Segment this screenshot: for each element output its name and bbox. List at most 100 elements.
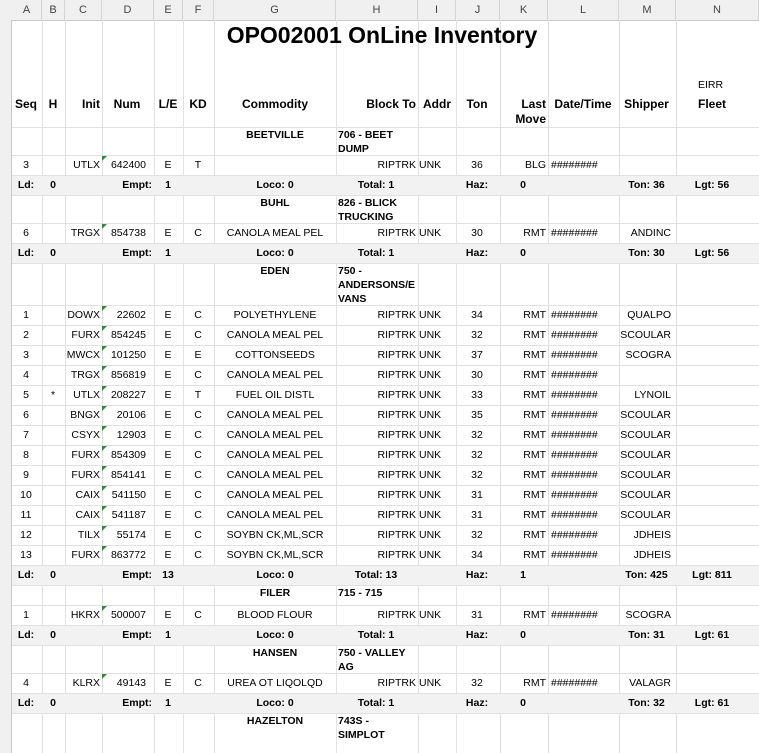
column-letter[interactable]: K bbox=[500, 0, 548, 20]
seq-cell: 3 bbox=[23, 349, 29, 361]
ton-cell: 32 bbox=[471, 429, 483, 441]
total-value: Total: 13 bbox=[354, 569, 398, 581]
num-cell: 863772 bbox=[110, 549, 146, 561]
column-letter[interactable]: B bbox=[42, 0, 65, 20]
kd-cell: C bbox=[194, 529, 202, 541]
haz-label: Haz: bbox=[465, 179, 489, 191]
haz-label: Haz: bbox=[465, 247, 489, 259]
ld-label: Ld: bbox=[17, 247, 35, 259]
group-block-to: 715 - 715 bbox=[338, 587, 383, 599]
date-time-cell: ######## bbox=[551, 389, 598, 401]
group-name: EDEN bbox=[260, 265, 290, 277]
addr-cell: UNK bbox=[419, 489, 442, 501]
haz-value: 0 bbox=[520, 629, 526, 641]
ton-cell: 30 bbox=[471, 369, 483, 381]
ton-total: Ton: 30 bbox=[628, 247, 665, 259]
column-letter[interactable]: N bbox=[676, 0, 759, 20]
column-letter[interactable]: J bbox=[456, 0, 500, 20]
ton-cell: 36 bbox=[471, 159, 483, 171]
haz-label: Haz: bbox=[465, 569, 489, 581]
ton-cell: 30 bbox=[471, 227, 483, 239]
column-letter[interactable]: I bbox=[418, 0, 456, 20]
header-kd: KD bbox=[189, 98, 207, 111]
header-seq: Seq bbox=[14, 98, 37, 111]
addr-cell: UNK bbox=[419, 389, 442, 401]
column-letter[interactable]: C bbox=[65, 0, 102, 20]
le-cell: E bbox=[164, 369, 172, 381]
ld-value: 0 bbox=[50, 569, 56, 581]
ld-value: 0 bbox=[50, 179, 56, 191]
column-letter[interactable]: M bbox=[619, 0, 676, 20]
last-move-cell: RMT bbox=[523, 449, 546, 461]
kd-cell: T bbox=[194, 159, 202, 171]
empt-value: 1 bbox=[165, 179, 171, 191]
group-name: FILER bbox=[259, 587, 291, 599]
column-letter[interactable]: A bbox=[12, 0, 42, 20]
block-to-cell: RIPTRK bbox=[377, 329, 416, 341]
ld-label: Ld: bbox=[17, 569, 35, 581]
kd-cell: C bbox=[194, 549, 202, 561]
block-to-cell: RIPTRK bbox=[377, 677, 416, 689]
init-cell: BNGX bbox=[70, 409, 100, 421]
loco-value: Loco: 0 bbox=[256, 179, 294, 191]
last-move-cell: RMT bbox=[523, 369, 546, 381]
commodity-cell: CANOLA MEAL PEL bbox=[226, 449, 324, 461]
column-letter[interactable]: G bbox=[214, 0, 336, 20]
addr-cell: UNK bbox=[419, 227, 442, 239]
header-num: Num bbox=[113, 98, 141, 111]
kd-cell: C bbox=[194, 489, 202, 501]
addr-cell: UNK bbox=[419, 449, 442, 461]
shipper-cell: SCOULAR bbox=[620, 449, 671, 461]
seq-cell: 8 bbox=[23, 449, 29, 461]
page-title: OPO02001 OnLine Inventory bbox=[226, 22, 538, 48]
commodity-cell: CANOLA MEAL PEL bbox=[226, 409, 324, 421]
date-time-cell: ######## bbox=[551, 449, 598, 461]
init-cell: KLRX bbox=[72, 677, 100, 689]
addr-cell: UNK bbox=[419, 469, 442, 481]
date-time-cell: ######## bbox=[551, 509, 598, 521]
group-name: HANSEN bbox=[252, 647, 298, 659]
shipper-cell: VALAGR bbox=[629, 677, 671, 689]
ton-cell: 34 bbox=[471, 309, 483, 321]
ton-cell: 31 bbox=[471, 609, 483, 621]
empt-label: Empt: bbox=[122, 247, 152, 259]
header-fleet: Fleet bbox=[697, 98, 726, 111]
column-letter[interactable]: D bbox=[102, 0, 154, 20]
group-block-to: ANDERSONS/E bbox=[338, 279, 416, 291]
block-to-cell: RIPTRK bbox=[377, 349, 416, 361]
addr-cell: UNK bbox=[419, 429, 442, 441]
num-cell: 55174 bbox=[116, 529, 146, 541]
last-move-cell: RMT bbox=[523, 489, 546, 501]
num-cell: 854738 bbox=[110, 227, 146, 239]
block-to-cell: RIPTRK bbox=[377, 549, 416, 561]
le-cell: E bbox=[164, 549, 172, 561]
le-cell: E bbox=[164, 309, 172, 321]
last-move-cell: RMT bbox=[523, 429, 546, 441]
addr-cell: UNK bbox=[419, 349, 442, 361]
commodity-cell: CANOLA MEAL PEL bbox=[226, 227, 324, 239]
kd-cell: C bbox=[194, 429, 202, 441]
commodity-cell: SOYBN CK,ML,SCR bbox=[226, 529, 324, 541]
init-cell: UTLX bbox=[73, 159, 100, 171]
num-cell: 541150 bbox=[111, 489, 146, 501]
num-cell: 854141 bbox=[110, 469, 146, 481]
lgt-total: Lgt: 811 bbox=[692, 569, 732, 581]
shipper-cell: SCOULAR bbox=[620, 509, 671, 521]
seq-cell: 6 bbox=[23, 227, 29, 239]
column-letter[interactable]: F bbox=[183, 0, 214, 20]
column-letter[interactable]: H bbox=[336, 0, 418, 20]
commodity-cell: CANOLA MEAL PEL bbox=[226, 369, 324, 381]
init-cell: CSYX bbox=[71, 429, 100, 441]
commodity-cell: POLYETHYLENE bbox=[233, 309, 317, 321]
block-to-cell: RIPTRK bbox=[377, 409, 416, 421]
le-cell: E bbox=[164, 409, 172, 421]
date-time-cell: ######## bbox=[551, 329, 598, 341]
h-cell: * bbox=[50, 389, 56, 401]
total-value: Total: 1 bbox=[357, 697, 395, 709]
commodity-cell: CANOLA MEAL PEL bbox=[226, 489, 324, 501]
column-letter[interactable]: L bbox=[548, 0, 619, 20]
header-last: Last bbox=[521, 98, 546, 111]
empt-label: Empt: bbox=[122, 697, 152, 709]
column-letter[interactable]: E bbox=[154, 0, 183, 20]
lgt-total: Lgt: 61 bbox=[694, 629, 730, 641]
